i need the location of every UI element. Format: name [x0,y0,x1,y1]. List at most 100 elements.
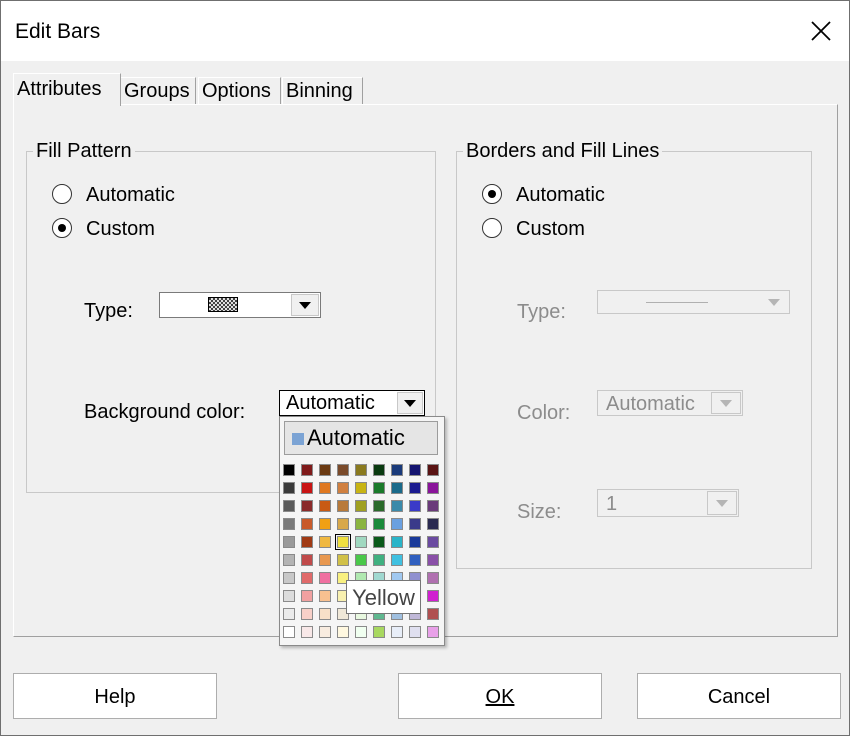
color-swatch[interactable] [373,482,385,494]
color-swatch[interactable] [301,608,313,620]
color-swatch[interactable] [283,554,295,566]
color-swatch[interactable] [283,464,295,476]
color-swatch[interactable] [409,482,421,494]
color-swatch[interactable] [319,500,331,512]
color-swatch[interactable] [409,464,421,476]
borders-custom-radio[interactable] [482,218,502,238]
borders-type-dropdown-button[interactable] [760,292,788,312]
color-swatch[interactable] [391,536,403,548]
color-swatch[interactable] [373,626,385,638]
color-swatch[interactable] [355,536,367,548]
fill-custom-radio[interactable] [52,218,72,238]
color-swatch[interactable] [427,608,439,620]
color-swatch[interactable] [391,464,403,476]
background-color-combo[interactable]: Automatic [279,390,425,416]
color-swatch[interactable] [427,500,439,512]
color-swatch[interactable] [427,626,439,638]
color-swatch[interactable] [301,536,313,548]
color-swatch[interactable] [283,590,295,602]
tab-binning[interactable]: Binning [282,77,363,105]
tab-options[interactable]: Options [198,77,281,105]
color-swatch[interactable] [373,536,385,548]
color-swatch[interactable] [337,554,349,566]
color-swatch[interactable] [337,464,349,476]
color-swatch[interactable] [373,554,385,566]
color-swatch[interactable] [283,626,295,638]
color-swatch[interactable] [355,626,367,638]
color-swatch[interactable] [319,554,331,566]
tab-groups[interactable]: Groups [120,77,196,105]
borders-size-combo[interactable]: 1 [597,489,739,517]
color-swatch[interactable] [391,482,403,494]
color-swatch[interactable] [427,590,439,602]
color-swatch[interactable] [301,482,313,494]
color-swatch[interactable] [427,482,439,494]
color-swatch[interactable] [301,626,313,638]
background-color-dropdown-button[interactable] [397,392,423,414]
color-swatch[interactable] [283,482,295,494]
cancel-button[interactable]: Cancel [637,673,841,719]
color-swatch[interactable] [337,626,349,638]
borders-automatic-radio[interactable] [482,184,502,204]
color-swatch[interactable] [355,518,367,530]
color-swatch[interactable] [319,572,331,584]
fill-automatic-radio[interactable] [52,184,72,204]
color-swatch[interactable] [319,536,331,548]
automatic-color-option[interactable]: Automatic [284,421,438,455]
color-swatch[interactable] [391,500,403,512]
color-swatch[interactable] [427,572,439,584]
color-swatch[interactable] [409,626,421,638]
color-swatch[interactable] [283,608,295,620]
color-swatch[interactable] [427,554,439,566]
color-swatch[interactable] [319,518,331,530]
fill-type-dropdown-button[interactable] [291,294,319,316]
color-swatch[interactable] [355,464,367,476]
color-swatch[interactable] [409,500,421,512]
color-swatch[interactable] [355,554,367,566]
color-swatch[interactable] [409,536,421,548]
color-swatch[interactable] [301,464,313,476]
fill-type-combo[interactable] [159,292,321,318]
color-swatch[interactable] [391,626,403,638]
borders-color-dropdown-button[interactable] [711,392,741,414]
color-swatch[interactable] [373,464,385,476]
color-swatch[interactable] [283,536,295,548]
color-swatch[interactable] [355,500,367,512]
color-swatch[interactable] [373,518,385,530]
color-swatch[interactable] [373,500,385,512]
color-swatch[interactable] [301,518,313,530]
color-swatch[interactable] [301,572,313,584]
color-swatch[interactable] [301,500,313,512]
color-swatch[interactable] [319,608,331,620]
color-swatch[interactable] [335,534,351,550]
color-swatch[interactable] [337,500,349,512]
color-swatch[interactable] [427,536,439,548]
borders-type-combo[interactable] [597,290,790,314]
borders-color-combo[interactable]: Automatic [597,390,743,416]
color-swatch[interactable] [337,518,349,530]
ok-button[interactable]: OK [398,673,602,719]
tab-attributes[interactable]: Attributes [13,73,121,106]
color-swatch[interactable] [355,482,367,494]
color-tooltip: Yellow [346,580,421,614]
color-swatch[interactable] [283,572,295,584]
color-swatch[interactable] [319,626,331,638]
borders-size-dropdown-button[interactable] [707,491,737,515]
color-swatch[interactable] [319,590,331,602]
help-button[interactable]: Help [13,673,217,719]
color-swatch[interactable] [391,518,403,530]
color-swatch[interactable] [283,518,295,530]
color-swatch[interactable] [427,518,439,530]
color-swatch[interactable] [319,482,331,494]
color-swatch[interactable] [409,518,421,530]
chevron-down-icon [716,500,728,507]
color-swatch[interactable] [319,464,331,476]
color-swatch[interactable] [301,590,313,602]
color-swatch[interactable] [427,464,439,476]
color-swatch[interactable] [391,554,403,566]
close-icon[interactable] [805,15,837,47]
color-swatch[interactable] [301,554,313,566]
color-swatch[interactable] [409,554,421,566]
color-swatch[interactable] [283,500,295,512]
color-swatch[interactable] [337,482,349,494]
